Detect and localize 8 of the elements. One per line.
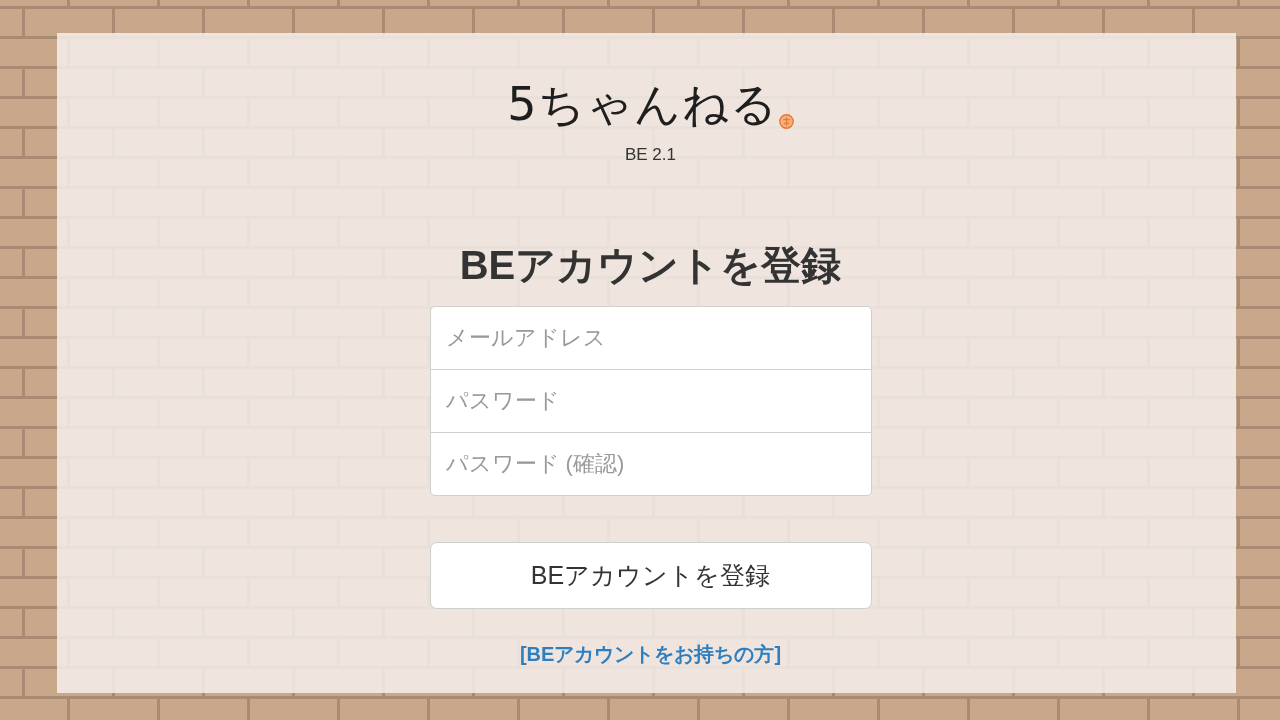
seal-icon	[778, 114, 794, 129]
page-heading: BEアカウントを登録	[459, 242, 842, 289]
input-field[interactable]: メールアドレス	[429, 306, 872, 370]
input-field[interactable]: パスワード (確認)	[429, 432, 872, 496]
version-label: BE 2.1	[624, 145, 676, 165]
register-button[interactable]: BEアカウントを登録	[429, 542, 872, 609]
input-field[interactable]: パスワード	[429, 369, 872, 433]
logo-wordmark: 5ちゃんねる	[507, 76, 778, 133]
